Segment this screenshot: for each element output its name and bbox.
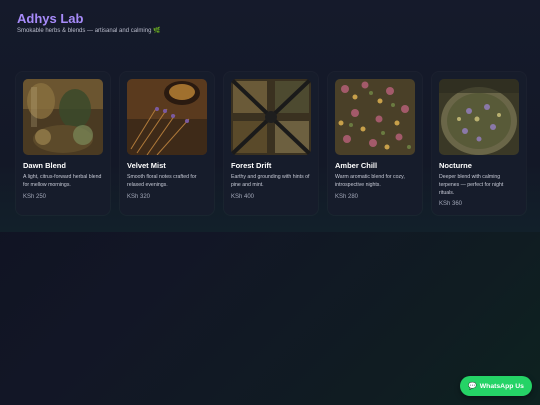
product-card-nocturne[interactable]: Nocturne Deeper blend with calming terpe… (432, 72, 526, 215)
product-description: Earthy and grounding with hints of pine … (231, 174, 310, 188)
product-price: KSh 250 (23, 193, 47, 200)
product-name: Nocturne (439, 161, 472, 170)
product-price: KSh 400 (231, 193, 255, 200)
product-description: Warm aromatic blend for cozy, introspect… (335, 174, 405, 188)
brand-title: Adhys Lab (17, 11, 84, 26)
product-description: A light, citrus-forward herbal blend for… (23, 174, 102, 188)
product-grid: Dawn Blend A light, citrus-forward herba… (16, 72, 526, 215)
product-card-forest-drift[interactable]: Forest Drift Earthy and grounding with h… (224, 72, 318, 215)
product-image[interactable] (23, 79, 103, 155)
whatsapp-label: WhatsApp Us (479, 382, 524, 390)
product-image[interactable] (335, 79, 415, 155)
product-card-dawn-blend[interactable]: Dawn Blend A light, citrus-forward herba… (16, 72, 110, 215)
product-description: Deeper blend with calming terpenes — per… (439, 174, 504, 196)
product-name: Forest Drift (231, 161, 272, 170)
product-description: Smooth floral notes crafted for relaxed … (127, 174, 197, 188)
whatsapp-button[interactable]: 💬 WhatsApp Us (460, 376, 532, 396)
product-price: KSh 320 (127, 193, 151, 200)
product-image[interactable] (231, 79, 311, 155)
product-name: Velvet Mist (127, 161, 166, 170)
product-image[interactable] (439, 79, 519, 155)
product-card-amber-chill[interactable]: Amber Chill Warm aromatic blend for cozy… (328, 72, 422, 215)
product-image[interactable] (127, 79, 207, 155)
product-card-velvet-mist[interactable]: Velvet Mist Smooth floral notes crafted … (120, 72, 214, 215)
product-name: Amber Chill (335, 161, 378, 170)
tagline: Smokable herbs & blends — artisanal and … (17, 28, 161, 34)
product-price: KSh 360 (439, 201, 463, 208)
product-price: KSh 280 (335, 193, 359, 200)
chat-bubble-icon: 💬 (468, 383, 477, 390)
product-name: Dawn Blend (23, 161, 66, 170)
